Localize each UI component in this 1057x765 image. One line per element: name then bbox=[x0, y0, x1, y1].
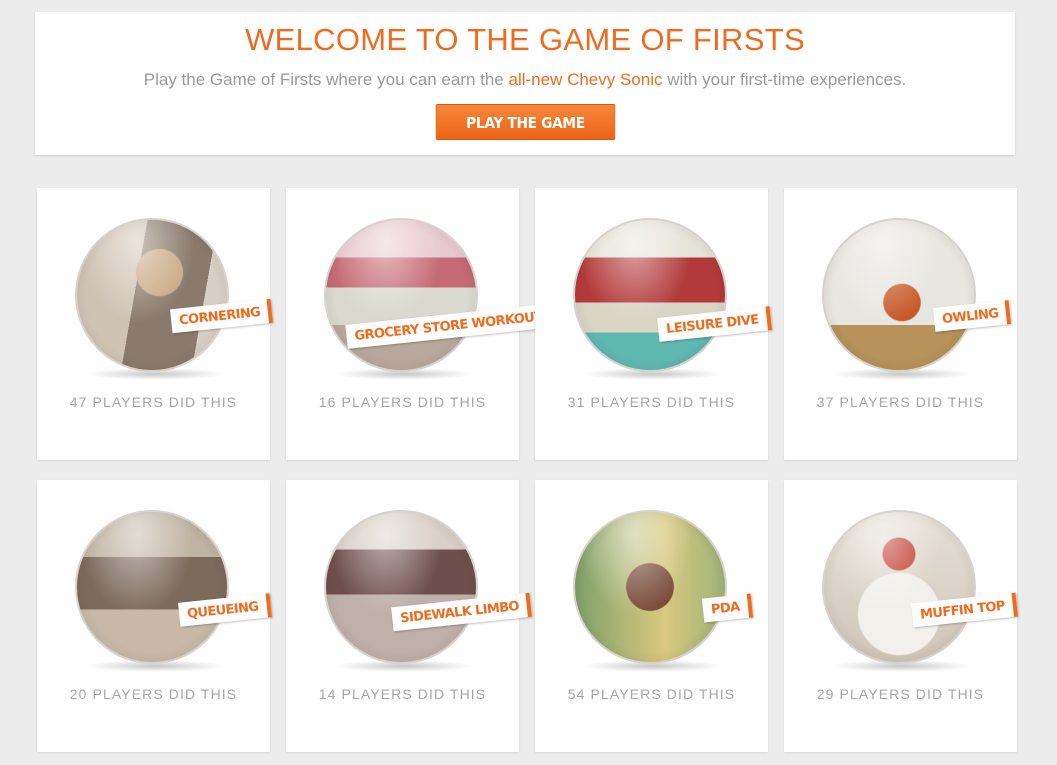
challenge-badge[interactable]: OWLING bbox=[822, 218, 1012, 380]
challenge-card-grocery-store-workout[interactable]: GROCERY STORE WORKOUT 16 PLAYERS DID THI… bbox=[286, 188, 556, 460]
challenge-photo[interactable] bbox=[822, 218, 976, 372]
challenge-photo[interactable] bbox=[573, 218, 727, 372]
challenge-card-queueing[interactable]: QUEUEING 20 PLAYERS DID THIS bbox=[37, 480, 272, 752]
challenge-tag: PDA bbox=[701, 593, 753, 623]
challenge-card-owling[interactable]: OWLING 37 PLAYERS DID THIS bbox=[784, 188, 1017, 460]
challenge-badge[interactable]: QUEUEING bbox=[75, 510, 272, 672]
players-count: 29 PLAYERS DID THIS bbox=[816, 686, 985, 702]
hero-subtitle: Play the Game of Firsts where you can ea… bbox=[35, 70, 1015, 90]
challenge-badge[interactable]: PDA bbox=[573, 510, 753, 672]
page-title: WELCOME TO THE GAME OF FIRSTS bbox=[245, 22, 805, 57]
players-count: 20 PLAYERS DID THIS bbox=[69, 686, 238, 702]
challenge-card-sidewalk-limbo[interactable]: SIDEWALK LIMBO 14 PLAYERS DID THIS bbox=[286, 480, 533, 752]
players-count: 37 PLAYERS DID THIS bbox=[816, 394, 985, 410]
challenge-card-cornering[interactable]: CORNERING 47 PLAYERS DID THIS bbox=[37, 188, 274, 460]
challenge-photo[interactable] bbox=[75, 218, 229, 372]
challenge-photo[interactable] bbox=[573, 510, 727, 664]
challenge-badge[interactable]: CORNERING bbox=[75, 218, 274, 380]
challenge-photo[interactable] bbox=[324, 510, 478, 664]
subtitle-text-end: with your first-time experiences. bbox=[662, 70, 907, 89]
chevy-sonic-link[interactable]: all-new Chevy Sonic bbox=[508, 70, 662, 89]
challenge-badge[interactable]: GROCERY STORE WORKOUT bbox=[324, 218, 556, 380]
players-count: 14 PLAYERS DID THIS bbox=[318, 686, 487, 702]
challenge-badge[interactable]: SIDEWALK LIMBO bbox=[324, 510, 533, 672]
challenge-photo[interactable] bbox=[822, 510, 976, 664]
players-count: 54 PLAYERS DID THIS bbox=[567, 686, 736, 702]
welcome-banner: WELCOME TO THE GAME OF FIRSTS Play the G… bbox=[35, 12, 1015, 155]
play-game-button[interactable]: PLAY THE GAME bbox=[435, 104, 615, 140]
players-count: 47 PLAYERS DID THIS bbox=[69, 394, 238, 410]
challenge-badge[interactable]: LEISURE DIVE bbox=[573, 218, 772, 380]
challenge-card-leisure-dive[interactable]: LEISURE DIVE 31 PLAYERS DID THIS bbox=[535, 188, 772, 460]
challenge-photo[interactable] bbox=[75, 510, 229, 664]
challenge-card-pda[interactable]: PDA 54 PLAYERS DID THIS bbox=[535, 480, 768, 752]
players-count: 31 PLAYERS DID THIS bbox=[567, 394, 736, 410]
challenge-card-muffin-top[interactable]: MUFFIN TOP 29 PLAYERS DID THIS bbox=[784, 480, 1018, 752]
subtitle-text-start: Play the Game of Firsts where you can ea… bbox=[143, 70, 509, 89]
challenge-badge[interactable]: MUFFIN TOP bbox=[822, 510, 1018, 672]
players-count: 16 PLAYERS DID THIS bbox=[318, 394, 487, 410]
